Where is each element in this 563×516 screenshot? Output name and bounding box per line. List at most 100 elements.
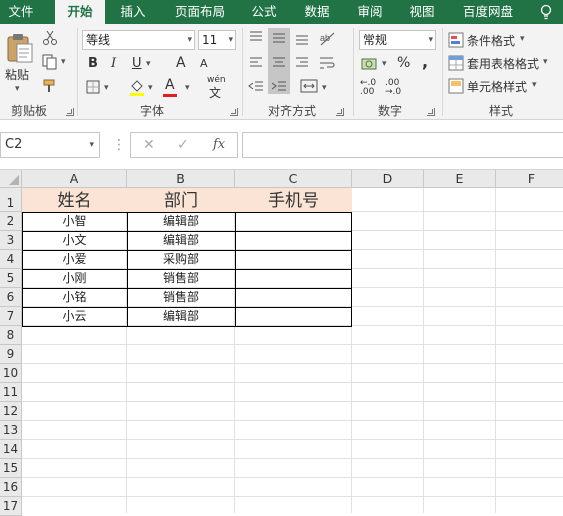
shrink-font-button[interactable]: A: [200, 57, 208, 70]
italic-button[interactable]: I: [111, 56, 116, 71]
insert-function-icon[interactable]: fx: [213, 137, 225, 152]
row-header-6[interactable]: 6: [0, 288, 22, 307]
merge-dropdown-icon[interactable]: ▾: [322, 83, 327, 93]
tab-review[interactable]: 审阅: [350, 0, 390, 24]
row-header-15[interactable]: 15: [0, 459, 22, 478]
cell-styles-dropdown-icon[interactable]: ▾: [532, 80, 537, 90]
align-middle-icon[interactable]: [271, 30, 287, 46]
font-size-value: 11: [202, 33, 218, 47]
tab-baidu-netdisk[interactable]: 百度网盘: [455, 0, 521, 24]
underline-button[interactable]: U: [132, 56, 142, 71]
row-header-8[interactable]: 8: [0, 326, 22, 345]
decrease-indent-icon[interactable]: [248, 80, 264, 94]
paste-icon[interactable]: [6, 32, 34, 64]
row-header-2[interactable]: 2: [0, 212, 22, 231]
align-bottom-icon[interactable]: [294, 30, 310, 46]
accounting-format-icon[interactable]: [361, 56, 379, 72]
borders-icon[interactable]: [86, 80, 100, 94]
row-header-11[interactable]: 11: [0, 383, 22, 402]
formula-buttons: ✕ ✓ fx: [130, 132, 238, 158]
wrap-text-icon[interactable]: [318, 55, 336, 71]
tab-view[interactable]: 视图: [402, 0, 442, 24]
cancel-icon[interactable]: ✕: [143, 137, 155, 153]
fill-color-dropdown-icon[interactable]: ▾: [148, 83, 153, 93]
underline-dropdown-icon[interactable]: ▾: [146, 59, 151, 69]
row-header-12[interactable]: 12: [0, 402, 22, 421]
copy-dropdown-icon[interactable]: ▾: [61, 57, 66, 67]
conditional-format-icon[interactable]: [448, 32, 464, 48]
increase-indent-icon[interactable]: [271, 80, 287, 94]
conditional-format-dropdown-icon[interactable]: ▾: [520, 34, 525, 44]
tab-file[interactable]: 文件: [0, 0, 42, 24]
cell-styles-icon[interactable]: [448, 78, 464, 94]
percent-button[interactable]: %: [397, 55, 410, 71]
format-as-table-dropdown-icon[interactable]: ▾: [543, 57, 548, 67]
gridline: [22, 458, 563, 459]
alignment-launcher-icon[interactable]: [336, 108, 344, 116]
row-header-10[interactable]: 10: [0, 364, 22, 383]
accounting-dropdown-icon[interactable]: ▾: [382, 59, 387, 69]
decrease-decimal-button[interactable]: .00 →.0: [385, 79, 405, 97]
column-header-d[interactable]: D: [352, 170, 424, 188]
format-as-table-icon[interactable]: [448, 55, 464, 71]
lightbulb-icon[interactable]: [539, 4, 553, 20]
font-size-combo[interactable]: 11 ▾: [198, 30, 236, 50]
row-header-4[interactable]: 4: [0, 250, 22, 269]
paste-button[interactable]: 粘贴: [5, 66, 29, 83]
align-top-icon[interactable]: [248, 30, 264, 46]
column-header-b[interactable]: B: [127, 170, 235, 188]
font-name-combo[interactable]: 等线 ▾: [82, 30, 195, 50]
format-painter-icon[interactable]: [42, 78, 58, 94]
number-launcher-icon[interactable]: [427, 108, 435, 116]
conditional-format-button[interactable]: 条件格式: [467, 32, 515, 49]
gridline: [22, 439, 563, 440]
column-header-a[interactable]: A: [22, 170, 127, 188]
row-header-3[interactable]: 3: [0, 231, 22, 250]
borders-dropdown-icon[interactable]: ▾: [104, 83, 109, 93]
name-box[interactable]: C2 ▾: [0, 132, 100, 158]
row-header-1[interactable]: 1: [0, 188, 22, 212]
name-box-value: C2: [5, 137, 23, 152]
align-center-icon[interactable]: [271, 56, 287, 70]
bold-button[interactable]: B: [88, 56, 98, 71]
cell-styles-button[interactable]: 单元格样式: [467, 78, 527, 95]
column-header-c[interactable]: C: [235, 170, 352, 188]
merge-center-icon[interactable]: [300, 78, 318, 94]
enter-icon[interactable]: ✓: [177, 137, 189, 153]
font-color-button[interactable]: A: [165, 77, 175, 93]
font-color-dropdown-icon[interactable]: ▾: [185, 83, 190, 93]
resize-handle-icon[interactable]: ⋮: [112, 137, 126, 153]
tab-insert[interactable]: 插入: [112, 0, 154, 24]
tab-formulas[interactable]: 公式: [244, 0, 284, 24]
paste-dropdown-icon[interactable]: ▾: [15, 84, 20, 94]
tab-home[interactable]: 开始: [55, 0, 105, 24]
row-header-17[interactable]: 17: [0, 497, 22, 516]
column-header-f[interactable]: F: [496, 170, 563, 188]
row-header-7[interactable]: 7: [0, 307, 22, 326]
orientation-icon[interactable]: ab: [318, 29, 336, 47]
formula-input[interactable]: [242, 132, 563, 158]
align-right-icon[interactable]: [294, 56, 310, 70]
format-as-table-button[interactable]: 套用表格格式: [467, 55, 539, 72]
number-format-combo[interactable]: 常规 ▾: [359, 30, 436, 50]
row-header-13[interactable]: 13: [0, 421, 22, 440]
row-header-5[interactable]: 5: [0, 269, 22, 288]
tab-data[interactable]: 数据: [297, 0, 337, 24]
align-left-icon[interactable]: [248, 56, 264, 70]
comma-button[interactable]: ,: [422, 52, 428, 71]
cut-icon[interactable]: [42, 30, 58, 46]
copy-icon[interactable]: [42, 54, 58, 70]
row-header-16[interactable]: 16: [0, 478, 22, 497]
formula-bar: C2 ▾ ⋮ ✕ ✓ fx: [0, 120, 563, 170]
grow-font-button[interactable]: A: [176, 55, 186, 71]
clipboard-launcher-icon[interactable]: [66, 108, 74, 116]
font-launcher-icon[interactable]: [230, 108, 238, 116]
gridline: [22, 344, 563, 345]
row-header-14[interactable]: 14: [0, 440, 22, 459]
column-header-e[interactable]: E: [424, 170, 496, 188]
fill-color-icon[interactable]: [128, 78, 146, 96]
increase-decimal-button[interactable]: ←.0 .00: [360, 79, 380, 97]
tab-page-layout[interactable]: 页面布局: [170, 0, 230, 24]
select-all-corner[interactable]: [0, 170, 22, 188]
row-header-9[interactable]: 9: [0, 345, 22, 364]
